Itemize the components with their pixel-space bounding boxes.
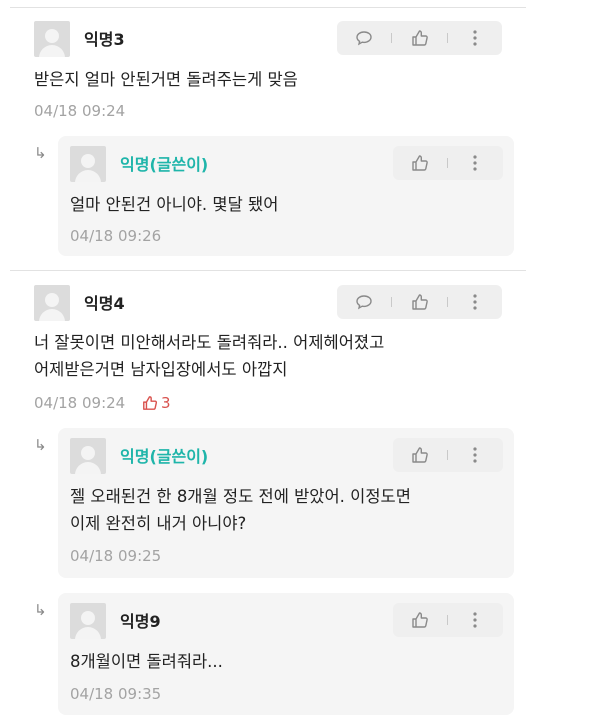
comment-actions (393, 438, 503, 472)
reply-button[interactable] (337, 21, 391, 55)
comment-actions (393, 603, 503, 637)
comment-text: 얼마 안된건 아니야. 몇달 됐어 (70, 195, 279, 214)
more-button[interactable] (448, 438, 502, 472)
more-button[interactable] (448, 603, 502, 637)
thumbs-up-icon (412, 155, 428, 171)
comment-text: 받은지 얼마 안된거면 돌려주는게 맞음 (34, 70, 298, 89)
reply-button[interactable] (337, 285, 391, 319)
comment-author: 익명3 (84, 30, 125, 49)
divider (10, 270, 526, 271)
thumbs-up-icon (412, 447, 428, 463)
comment-text-line: 너 잘못이면 미안해서라도 돌려줘라.. 어제헤어졌고 (34, 333, 385, 352)
avatar (34, 21, 70, 57)
thumbs-up-icon (411, 294, 428, 310)
more-button[interactable] (448, 146, 502, 180)
avatar (70, 603, 106, 639)
more-button[interactable] (448, 21, 502, 55)
comment-text-line: 이제 완전히 내거 아니야? (70, 514, 247, 533)
more-vertical-icon (473, 294, 477, 310)
avatar (70, 146, 106, 182)
comment-author: 익명(글쓴이) (120, 447, 209, 466)
comment-author: 익명(글쓴이) (120, 155, 209, 174)
comment-timestamp: 04/18 09:24 (34, 394, 126, 412)
like-count-value: 3 (161, 394, 171, 412)
comment-timestamp: 04/18 09:26 (70, 227, 162, 245)
comment-actions (337, 285, 502, 319)
comment-text: 8개월이면 돌려줘라... (70, 652, 223, 671)
more-vertical-icon (473, 30, 477, 46)
divider (10, 7, 526, 8)
comment-author: 익명9 (120, 612, 161, 631)
comment-actions (337, 21, 502, 55)
more-vertical-icon (473, 612, 477, 628)
like-button[interactable] (392, 285, 448, 319)
like-button[interactable] (392, 21, 448, 55)
more-vertical-icon (473, 155, 477, 171)
like-button[interactable] (393, 438, 447, 472)
thumbs-up-icon (411, 30, 428, 46)
reply-arrow-icon: ↳ (34, 436, 47, 454)
comment-actions (393, 146, 503, 180)
more-button[interactable] (448, 285, 502, 319)
comment-text-line: 어제받은거면 남자입장에서도 아깝지 (34, 360, 288, 379)
comment-timestamp: 04/18 09:24 (34, 102, 126, 120)
avatar (70, 438, 106, 474)
comment-author: 익명4 (84, 294, 125, 313)
thumbs-up-icon (143, 396, 158, 410)
reply-arrow-icon: ↳ (34, 144, 47, 162)
like-button[interactable] (393, 603, 447, 637)
avatar (34, 285, 70, 321)
like-count: 3 (142, 393, 171, 413)
reply-arrow-icon: ↳ (34, 601, 47, 619)
comment-timestamp: 04/18 09:35 (70, 685, 162, 703)
more-vertical-icon (473, 447, 477, 463)
like-button[interactable] (393, 146, 447, 180)
comment-icon (356, 295, 372, 310)
thumbs-up-icon (412, 612, 428, 628)
comment-text-line: 젤 오래된건 한 8개월 정도 전에 받았어. 이정도면 (70, 487, 411, 506)
comment-icon (356, 31, 372, 46)
comment-timestamp: 04/18 09:25 (70, 547, 162, 565)
